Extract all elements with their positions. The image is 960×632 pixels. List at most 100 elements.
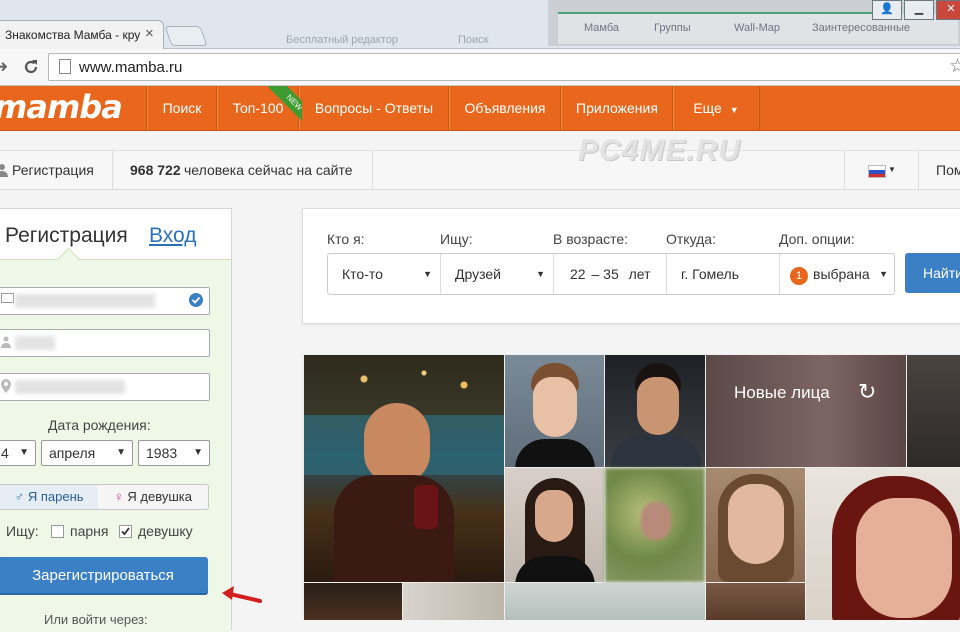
photo-body <box>515 439 595 467</box>
location-field[interactable] <box>0 373 210 401</box>
chevron-down-icon: ▼ <box>536 269 545 279</box>
seek-value: Друзей <box>455 266 501 282</box>
who-select[interactable]: Кто-то ▼ <box>328 254 441 294</box>
bg-text-3: Wall-Map <box>734 22 781 34</box>
dob-year-select[interactable]: 1983 ▼ <box>138 440 210 466</box>
chevron-down-icon: ▼ <box>879 269 888 279</box>
login-link[interactable]: Вход <box>149 224 197 248</box>
browser-tab-active[interactable]: Знакомства Мамба - кру × <box>0 20 164 49</box>
registration-title[interactable]: Регистрация <box>5 224 128 248</box>
gender-male-button[interactable]: ♂ Я парень <box>0 484 100 510</box>
photo-face <box>637 377 679 435</box>
bg-text-1: Мамба <box>584 22 620 34</box>
name-value-blurred <box>15 336 55 350</box>
profile-photo[interactable] <box>806 468 960 620</box>
chevron-down-icon: ▼ <box>729 105 739 115</box>
nav-more-label: Еще <box>693 100 722 116</box>
profile-photo[interactable] <box>304 355 504 582</box>
register-button[interactable]: Зарегистрироваться <box>0 557 208 595</box>
female-symbol-icon: ♀ <box>114 489 124 504</box>
name-field[interactable] <box>0 329 210 357</box>
new-tab-button[interactable] <box>164 26 208 46</box>
forward-icon[interactable]: ➜ <box>0 57 8 77</box>
new-faces-tile[interactable]: Новые лица ↻ <box>706 355 906 467</box>
search-panel: Кто я: Ищу: В возрасте: Откуда: Доп. опц… <box>302 208 960 324</box>
tab-title: Знакомства Мамба - кру <box>5 28 141 42</box>
profile-photo[interactable] <box>403 583 504 620</box>
photo-face <box>728 484 784 564</box>
checkmark-icon <box>121 527 130 536</box>
refresh-icon[interactable]: ↻ <box>858 379 876 405</box>
bookmark-star-icon[interactable]: ☆ <box>949 55 960 78</box>
age-dash: – <box>591 266 600 282</box>
profile-photo[interactable] <box>706 468 805 582</box>
user-icon <box>1 336 11 348</box>
seek-label: Ищу: <box>440 231 473 247</box>
location-input[interactable]: г. Гомель <box>667 254 780 294</box>
online-count: 968 722 <box>130 162 181 178</box>
address-bar[interactable]: www.mamba.ru ☆ <box>48 53 960 81</box>
site-logo[interactable]: mamba <box>0 88 123 126</box>
find-button[interactable]: Найти <box>905 253 960 293</box>
user-profile-icon[interactable]: 👤 <box>872 0 902 20</box>
options-label: Доп. опции: <box>779 231 855 247</box>
dob-month-value: апреля <box>49 445 96 461</box>
profile-photo[interactable] <box>505 583 705 620</box>
seek-select[interactable]: Друзей ▼ <box>441 254 554 294</box>
watermark: PC4ME.RU <box>578 134 742 167</box>
close-window-icon[interactable]: ✕ <box>936 0 960 20</box>
location-value: г. Гомель <box>681 266 740 282</box>
age-range-input[interactable]: 22 – 35 лет <box>554 254 667 294</box>
divider <box>844 151 845 189</box>
bg-text-4: Заинтересованные <box>812 22 911 34</box>
seek-label: Ищу: <box>6 523 39 539</box>
gender-female-button[interactable]: ♀ Я девушка <box>98 484 209 510</box>
seek-women-checkbox[interactable] <box>119 525 132 538</box>
annotation-arrow-icon <box>222 586 262 603</box>
divider <box>918 151 919 189</box>
who-value: Кто-то <box>342 266 383 282</box>
dob-year-value: 1983 <box>146 445 178 461</box>
seek-men-checkbox[interactable] <box>51 525 64 538</box>
profile-photo[interactable] <box>304 583 402 620</box>
seek-women-label: девушку <box>138 523 193 539</box>
bg-bookmark-2: Поиск <box>458 34 489 46</box>
divider <box>112 151 113 189</box>
profile-photo[interactable] <box>605 468 705 582</box>
person-icon <box>0 164 8 177</box>
age-to: 35 <box>603 266 619 282</box>
url-text: www.mamba.ru <box>79 59 183 76</box>
profile-photo[interactable] <box>505 468 604 582</box>
find-button-label: Найти <box>923 265 960 281</box>
new-badge: NEW <box>262 86 302 126</box>
help-link[interactable]: Пом <box>936 162 960 178</box>
page-icon <box>59 59 71 74</box>
photo-glass <box>414 485 438 529</box>
profile-photo[interactable] <box>706 583 805 620</box>
nav-apps[interactable]: Приложения <box>560 86 673 130</box>
nav-more[interactable]: Еще ▼ <box>672 86 760 130</box>
dob-month-select[interactable]: апреля ▼ <box>41 440 133 466</box>
nav-search[interactable]: Поиск <box>146 86 217 130</box>
profile-photo[interactable] <box>605 355 705 467</box>
location-value-blurred <box>15 380 125 394</box>
dob-day-select[interactable]: 4 ▼ <box>0 440 36 466</box>
new-badge-label: NEW <box>267 86 302 126</box>
russian-flag-icon[interactable] <box>868 165 886 178</box>
nav-questions-answers[interactable]: Вопросы - Ответы <box>298 86 449 130</box>
seek-men-label: парня <box>70 523 109 539</box>
email-field[interactable] <box>0 287 210 315</box>
chevron-down-icon: ▼ <box>116 447 126 458</box>
dob-label: Дата рождения: <box>48 417 151 433</box>
reload-icon[interactable] <box>22 58 40 76</box>
language-dropdown-icon[interactable]: ▼ <box>888 165 896 174</box>
profile-photo[interactable] <box>505 355 604 467</box>
bg-text-2: Группы <box>654 22 691 34</box>
options-value: выбрана <box>813 266 870 282</box>
tab-close-icon[interactable]: × <box>145 25 154 42</box>
minimize-icon[interactable]: ▁ <box>904 0 934 20</box>
subbar-registration-link[interactable]: Регистрация <box>12 162 94 178</box>
options-select[interactable]: 1 выбрана ▼ <box>780 254 894 294</box>
profile-photo[interactable] <box>907 355 960 467</box>
nav-ads[interactable]: Объявления <box>448 86 561 130</box>
